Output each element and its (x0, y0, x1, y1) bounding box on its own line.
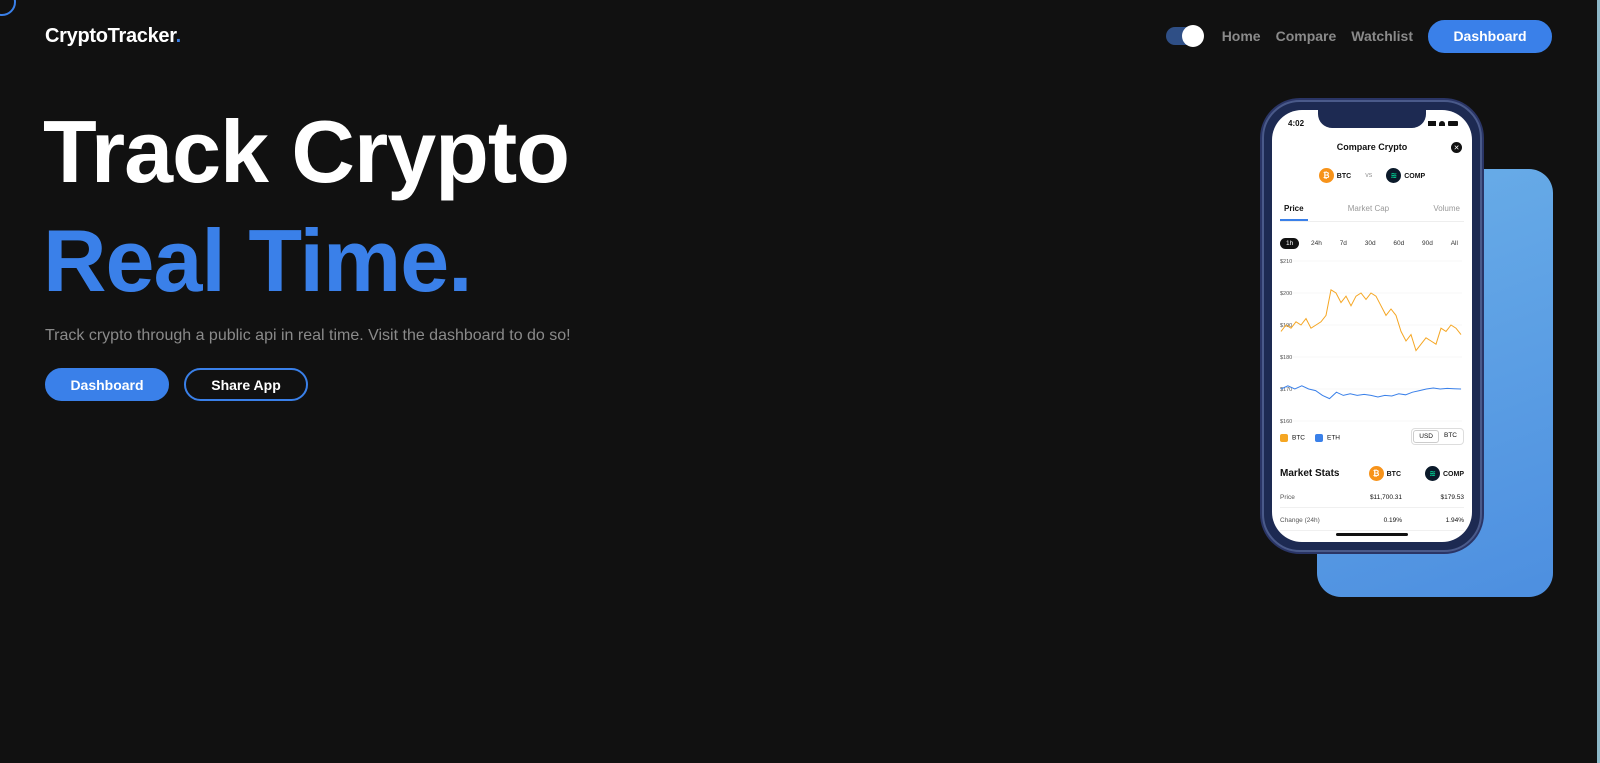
nav-link-home[interactable]: Home (1222, 28, 1261, 44)
stat-value-b: $179.53 (1440, 494, 1465, 501)
range-30d[interactable]: 30d (1359, 238, 1382, 249)
toggle-knob (1181, 25, 1204, 47)
chart-legend: BTC ETH (1280, 434, 1340, 442)
comp-icon: ≋ (1386, 168, 1402, 183)
vs-label: vs (1365, 172, 1373, 179)
wifi-icon (1439, 121, 1445, 126)
close-icon[interactable]: ✕ (1451, 142, 1462, 153)
series-line-btc (1280, 288, 1462, 352)
dashboard-button[interactable]: Dashboard (45, 368, 169, 401)
y-tick-label: $180 (1280, 355, 1292, 361)
stat-row-change: Change (24h) 0.19% 1.94% (1280, 517, 1464, 531)
battery-icon (1448, 121, 1458, 126)
hero-title-line1: Track Crypto (43, 102, 570, 201)
logo-text: CryptoTracker (45, 24, 176, 47)
signal-icon (1428, 121, 1436, 126)
time-ranges: 1h 24h 7d 30d 60d 90d All (1280, 238, 1464, 249)
phone-screen: 4:02 Compare Crypto ✕ ₿ BTC vs ≋ COMP Pric… (1272, 110, 1472, 542)
navbar: CryptoTracker. Home Compare Watchlist Da… (45, 18, 1552, 54)
stats-coins: ₿ BTC ≋ COMP (1368, 466, 1464, 481)
market-stats-header: Market Stats ₿ BTC ≋ COMP (1280, 466, 1464, 481)
logo-dot: . (175, 24, 182, 47)
coin-a[interactable]: ₿ BTC (1318, 168, 1352, 183)
nav-link-watchlist[interactable]: Watchlist (1351, 28, 1413, 44)
metric-tabs: Price Market Cap Volume (1280, 200, 1464, 222)
btc-icon: ₿ (1368, 466, 1384, 481)
stat-label: Change (24h) (1280, 517, 1320, 524)
stats-coin-b: ≋ COMP (1425, 466, 1464, 481)
share-app-button[interactable]: Share App (184, 368, 308, 401)
theme-toggle[interactable] (1165, 25, 1204, 47)
range-1h[interactable]: 1h (1280, 238, 1300, 249)
compare-title: Compare Crypto (1336, 142, 1408, 152)
legend-eth[interactable]: ETH (1315, 434, 1340, 442)
range-7d[interactable]: 7d (1334, 238, 1353, 249)
legend-eth-label: ETH (1327, 434, 1340, 442)
currency-toggle: USD BTC (1411, 428, 1464, 445)
market-stats-title: Market Stats (1280, 468, 1340, 479)
price-chart: $210$200$190$180$170$160 (1280, 259, 1462, 425)
nav-link-compare[interactable]: Compare (1276, 28, 1337, 44)
nav-right: Home Compare Watchlist Dashboard (1165, 19, 1552, 53)
status-icons (1428, 119, 1458, 128)
btc-icon: ₿ (1318, 168, 1334, 183)
currency-usd[interactable]: USD (1413, 430, 1439, 443)
stats-coin-b-symbol: COMP (1443, 471, 1464, 478)
coin-pair: ₿ BTC vs ≋ COMP (1272, 168, 1472, 183)
y-tick-label: $200 (1280, 291, 1292, 297)
range-60d[interactable]: 60d (1387, 238, 1410, 249)
coin-b-symbol: COMP (1404, 173, 1426, 180)
coin-a-symbol: BTC (1336, 173, 1352, 180)
tab-market-cap[interactable]: Market Cap (1344, 200, 1393, 221)
status-bar: 4:02 (1288, 119, 1458, 128)
legend-btc-label: BTC (1292, 434, 1305, 442)
logo[interactable]: CryptoTracker. (45, 25, 181, 48)
stat-value-a: 0.19% (1383, 517, 1402, 524)
phone-mockup: 4:02 Compare Crypto ✕ ₿ BTC vs ≋ COMP Pric… (1262, 100, 1482, 552)
corner-ring-decoration (0, 0, 16, 16)
stats-coin-a: ₿ BTC (1368, 466, 1401, 481)
cta-row: Dashboard Share App (45, 368, 308, 401)
tab-volume[interactable]: Volume (1429, 200, 1464, 221)
series-line-eth (1280, 385, 1462, 400)
legend-btc[interactable]: BTC (1280, 434, 1305, 442)
stat-label: Price (1280, 494, 1295, 501)
tab-price[interactable]: Price (1280, 200, 1308, 221)
stat-value-b: 1.94% (1445, 517, 1464, 524)
y-tick-label: $160 (1280, 419, 1292, 425)
hero-subtitle: Track crypto through a public api in rea… (45, 327, 571, 344)
checkbox-icon (1280, 434, 1288, 442)
nav-dashboard-button[interactable]: Dashboard (1428, 19, 1552, 53)
checkbox-icon (1315, 434, 1323, 442)
range-all[interactable]: All (1445, 238, 1464, 249)
stats-coin-a-symbol: BTC (1386, 471, 1401, 478)
stat-row-price: Price $11,700.31 $179.53 (1280, 494, 1464, 508)
range-24h[interactable]: 24h (1305, 238, 1328, 249)
currency-btc[interactable]: BTC (1439, 430, 1462, 443)
stat-value-a: $11,700.31 (1369, 494, 1402, 501)
y-tick-label: $210 (1280, 259, 1292, 265)
home-indicator (1336, 533, 1408, 536)
range-90d[interactable]: 90d (1416, 238, 1439, 249)
coin-b[interactable]: ≋ COMP (1386, 168, 1425, 183)
y-tick-label: $170 (1280, 387, 1292, 393)
hero-title-line2: Real Time. (43, 211, 473, 310)
status-time: 4:02 (1288, 119, 1305, 128)
comp-icon: ≋ (1425, 466, 1440, 481)
